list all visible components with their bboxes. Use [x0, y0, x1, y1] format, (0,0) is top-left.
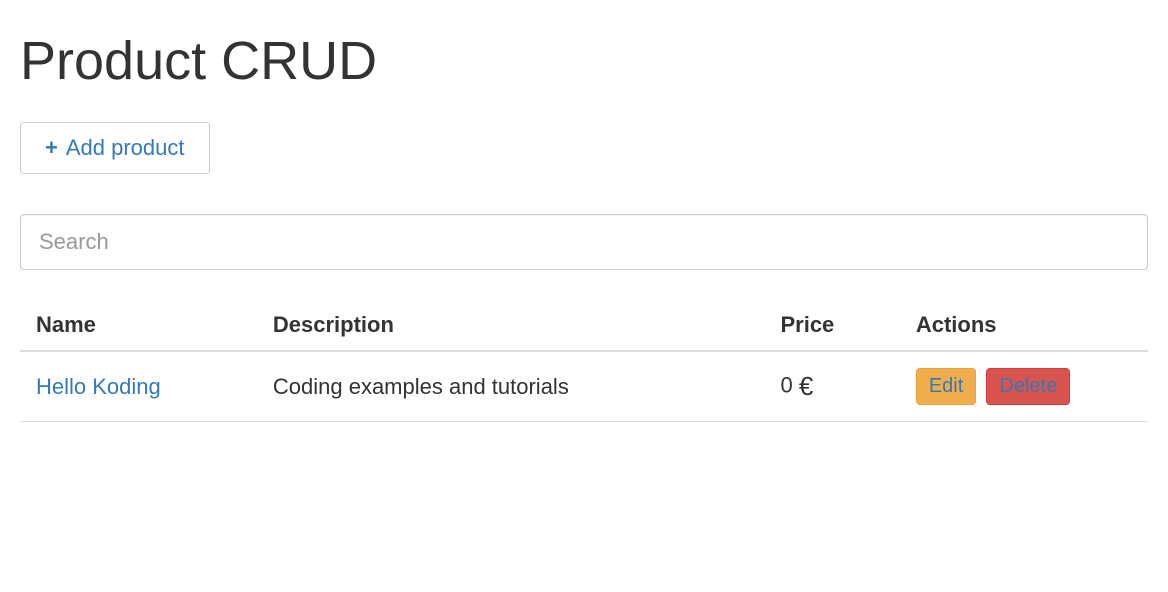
product-price: 0 €: [764, 351, 899, 422]
product-name-link[interactable]: Hello Koding: [36, 374, 161, 399]
delete-button[interactable]: Delete: [986, 368, 1070, 405]
column-header-actions: Actions: [900, 300, 1148, 351]
column-header-price: Price: [764, 300, 899, 351]
add-product-label: Add product: [66, 135, 185, 161]
plus-icon: +: [45, 135, 58, 161]
product-table: Name Description Price Actions Hello Kod…: [20, 300, 1148, 422]
search-input[interactable]: [20, 214, 1148, 270]
product-description: Coding examples and tutorials: [257, 351, 765, 422]
add-product-button[interactable]: + Add product: [20, 122, 210, 174]
edit-button[interactable]: Edit: [916, 368, 976, 405]
page-title: Product CRUD: [20, 30, 1148, 92]
table-row: Hello Koding Coding examples and tutoria…: [20, 351, 1148, 422]
column-header-name: Name: [20, 300, 257, 351]
euro-icon: €: [799, 371, 813, 401]
column-header-description: Description: [257, 300, 765, 351]
